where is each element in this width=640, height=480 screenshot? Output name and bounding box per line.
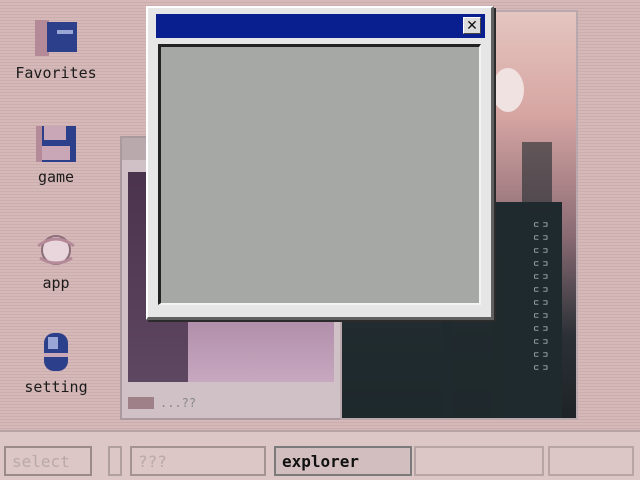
desktop-icon-game[interactable]: game (6, 122, 106, 186)
mouse-icon (6, 332, 106, 374)
taskbar-explorer-button[interactable]: explorer (274, 446, 412, 476)
building-shape (522, 142, 552, 212)
background-window-status: ...?? (124, 392, 346, 414)
dialog-window[interactable]: ✕ (146, 6, 494, 320)
desktop: ...?? ⊏⊐ ⊏⊐ ⊏⊐ ⊏⊐ ⊏⊐ ⊏⊐ ⊏⊐ ⊏⊐ ⊏⊐ ⊏⊐ ⊏⊐ ⊏⊐ Fav… (0, 0, 640, 430)
close-button[interactable]: ✕ (463, 17, 481, 34)
desktop-icon-label: game (37, 168, 75, 186)
desktop-icon-label: setting (24, 378, 88, 396)
desktop-icon-app[interactable]: app (6, 228, 106, 292)
desktop-icon-favorites[interactable]: Favorites (6, 18, 106, 82)
taskbar-field-value: ??? (138, 451, 167, 471)
moon-shape (492, 68, 524, 112)
select-button-label: select (12, 451, 70, 471)
taskbar-divider (108, 446, 122, 476)
window-lights: ⊏⊐ ⊏⊐ ⊏⊐ ⊏⊐ ⊏⊐ ⊏⊐ ⊏⊐ ⊏⊐ ⊏⊐ ⊏⊐ ⊏⊐ ⊏⊐ (534, 220, 552, 372)
desktop-icon-setting[interactable]: setting (6, 332, 106, 396)
taskbar: select ??? explorer (0, 430, 640, 480)
status-text: ...?? (160, 396, 197, 410)
app-icon (6, 228, 106, 270)
taskbar-slot[interactable] (548, 446, 634, 476)
taskbar-explorer-label: explorer (282, 451, 360, 471)
close-icon: ✕ (466, 17, 478, 34)
select-button[interactable]: select (4, 446, 92, 476)
taskbar-field[interactable]: ??? (130, 446, 266, 476)
dialog-titlebar[interactable]: ✕ (156, 14, 485, 38)
dialog-content-area (158, 44, 481, 305)
taskbar-slot[interactable] (414, 446, 544, 476)
folder-icon (6, 18, 106, 60)
building-shape (342, 312, 452, 418)
desktop-icon-label: app (42, 274, 70, 292)
desktop-icon-label: Favorites (15, 64, 97, 82)
floppy-disk-icon (6, 122, 106, 164)
status-swatch (128, 397, 154, 409)
